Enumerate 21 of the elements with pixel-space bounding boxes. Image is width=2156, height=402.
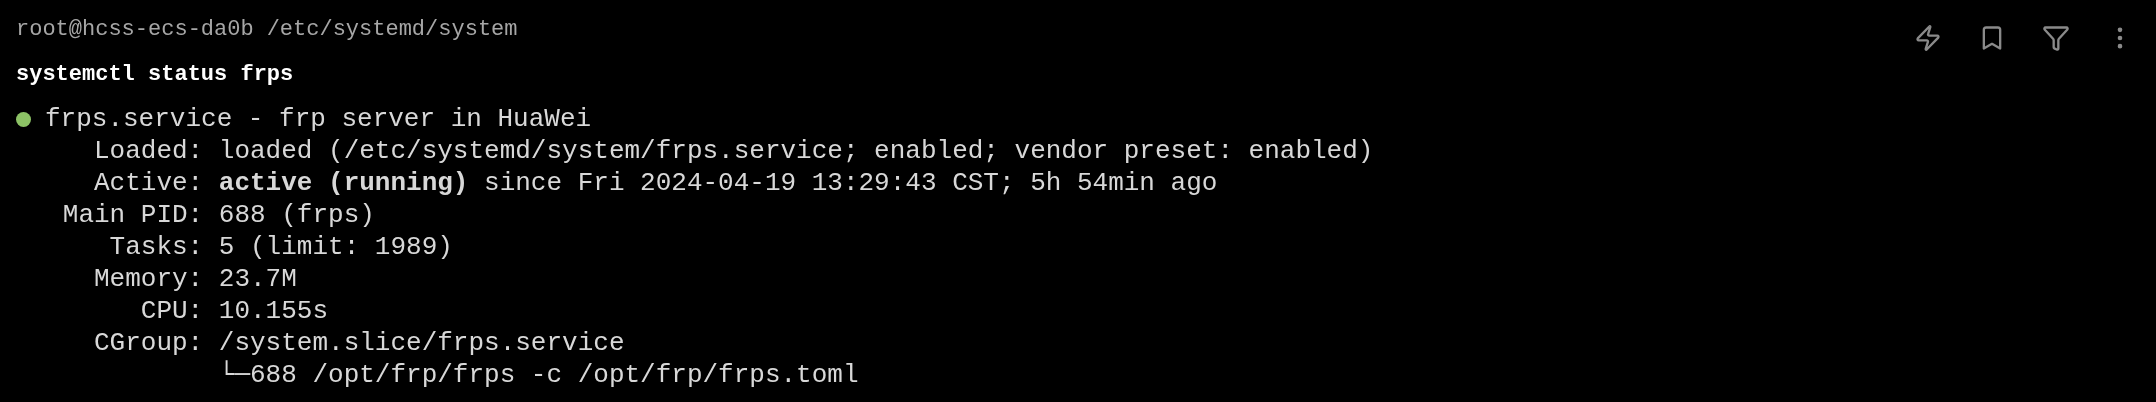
command-text: systemctl status frps [16,61,295,89]
field-value: 5 (limit: 1989) [218,231,454,263]
service-title: frps.service - frp server in HuaWei [45,103,592,135]
field-value: └─688 /opt/frp/frps -c /opt/frp/frps.toml [218,359,860,391]
field-label: CPU: [139,295,204,327]
field-label: Memory: [93,263,204,295]
field-value: loaded (/etc/systemd/system/frps.service; enabled; vendor preset: enabled) [218,135,1375,167]
field-label: Main PID: [61,199,204,231]
field-label: Tasks: [108,231,204,263]
field-value: 688 (frps) [218,199,376,231]
filter-icon[interactable] [2042,24,2070,52]
field-value: active (running) since Fri 2024-04-19 13:29:43 CST; 5h 54min ago [218,167,1219,199]
lightning-icon[interactable] [1914,24,1942,52]
prompt-path: /etc/systemd/system [266,16,518,44]
field-label: Loaded: [93,135,204,167]
field-value: /system.slice/frps.service [218,327,626,359]
prompt-user-host: root@hcss-ecs-da0b [16,16,254,44]
field-label: CGroup: [93,327,204,359]
field-value: 23.7M [218,263,298,295]
field-value: 10.155s [218,295,330,327]
field-label: Active: [93,167,204,199]
